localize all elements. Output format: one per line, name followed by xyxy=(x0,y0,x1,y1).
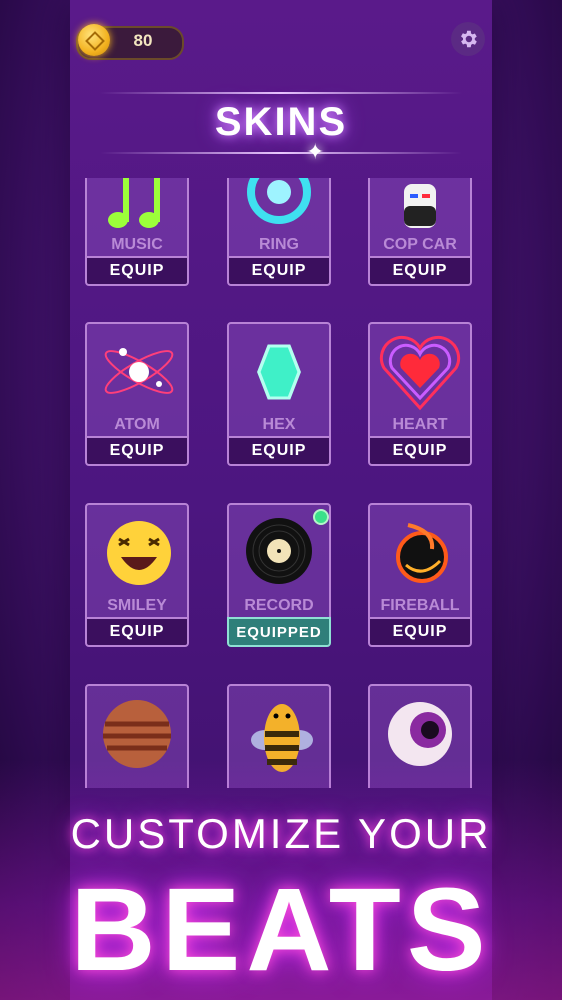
fireball-icon xyxy=(396,523,448,583)
skin-name: COP CAR xyxy=(383,236,457,253)
skin-card-smiley[interactable]: SMILEY EQUIP xyxy=(85,503,189,647)
skin-card-ring[interactable]: RING EQUIP xyxy=(227,178,331,286)
skin-card-fireball[interactable]: FIREBALL EQUIP xyxy=(368,503,472,647)
coin-count: 80 xyxy=(133,31,153,50)
ring-icon xyxy=(247,178,311,224)
equip-button[interactable]: EQUIP xyxy=(368,617,472,647)
skin-name: RECORD xyxy=(244,597,314,614)
skin-name: HEART xyxy=(392,416,448,433)
skin-card-heart[interactable]: HEART EQUIP xyxy=(368,322,472,466)
equip-button[interactable]: EQUIP xyxy=(368,256,472,286)
equip-button[interactable]: EQUIP xyxy=(85,436,189,466)
skin-card-hex[interactable]: HEX EQUIP xyxy=(227,322,331,466)
equip-button[interactable]: EQUIP xyxy=(368,436,472,466)
page-title: SKINS xyxy=(214,100,348,144)
smiley-icon xyxy=(107,521,171,585)
skins-grid: MUSIC NOTE EQUIP RING EQUIP COP CAR EQUI… xyxy=(70,178,492,788)
skin-name: SMILEY xyxy=(107,597,167,614)
skin-name: HEX xyxy=(262,416,296,433)
title-divider-top xyxy=(100,92,462,94)
heart-icon xyxy=(379,335,461,411)
title-divider-bottom xyxy=(100,152,462,154)
sparkle-icon: ✦ xyxy=(306,139,325,164)
equip-button[interactable]: EQUIP xyxy=(85,617,189,647)
coin-icon xyxy=(78,24,110,56)
equipped-indicator xyxy=(313,509,329,525)
equip-button[interactable]: EQUIP xyxy=(85,256,189,286)
skin-card-music-note[interactable]: MUSIC NOTE EQUIP xyxy=(85,178,189,286)
music-note-icon xyxy=(108,178,160,228)
settings-button[interactable] xyxy=(451,22,485,56)
atom-icon xyxy=(104,348,174,394)
skin-card-atom[interactable]: ATOM EQUIP xyxy=(85,322,189,466)
gear-icon xyxy=(461,30,477,48)
equipped-button[interactable]: EQUIPPED xyxy=(227,617,331,647)
promo-headline: CUSTOMIZE YOUR xyxy=(70,810,492,857)
skin-card-cop-car[interactable]: COP CAR EQUIP xyxy=(368,178,472,286)
cop-car-icon xyxy=(404,184,436,228)
skin-name: ATOM xyxy=(114,416,160,433)
promo-title: BEATS xyxy=(70,864,492,996)
skin-card-record[interactable]: RECORD EQUIPPED xyxy=(227,503,331,647)
skin-name: RING xyxy=(259,236,299,253)
title-banner: SKINS xyxy=(100,92,462,162)
equip-button[interactable]: EQUIP xyxy=(227,436,331,466)
equip-button[interactable]: EQUIP xyxy=(227,256,331,286)
skin-name: FIREBALL xyxy=(380,597,460,614)
hex-icon xyxy=(257,344,301,400)
